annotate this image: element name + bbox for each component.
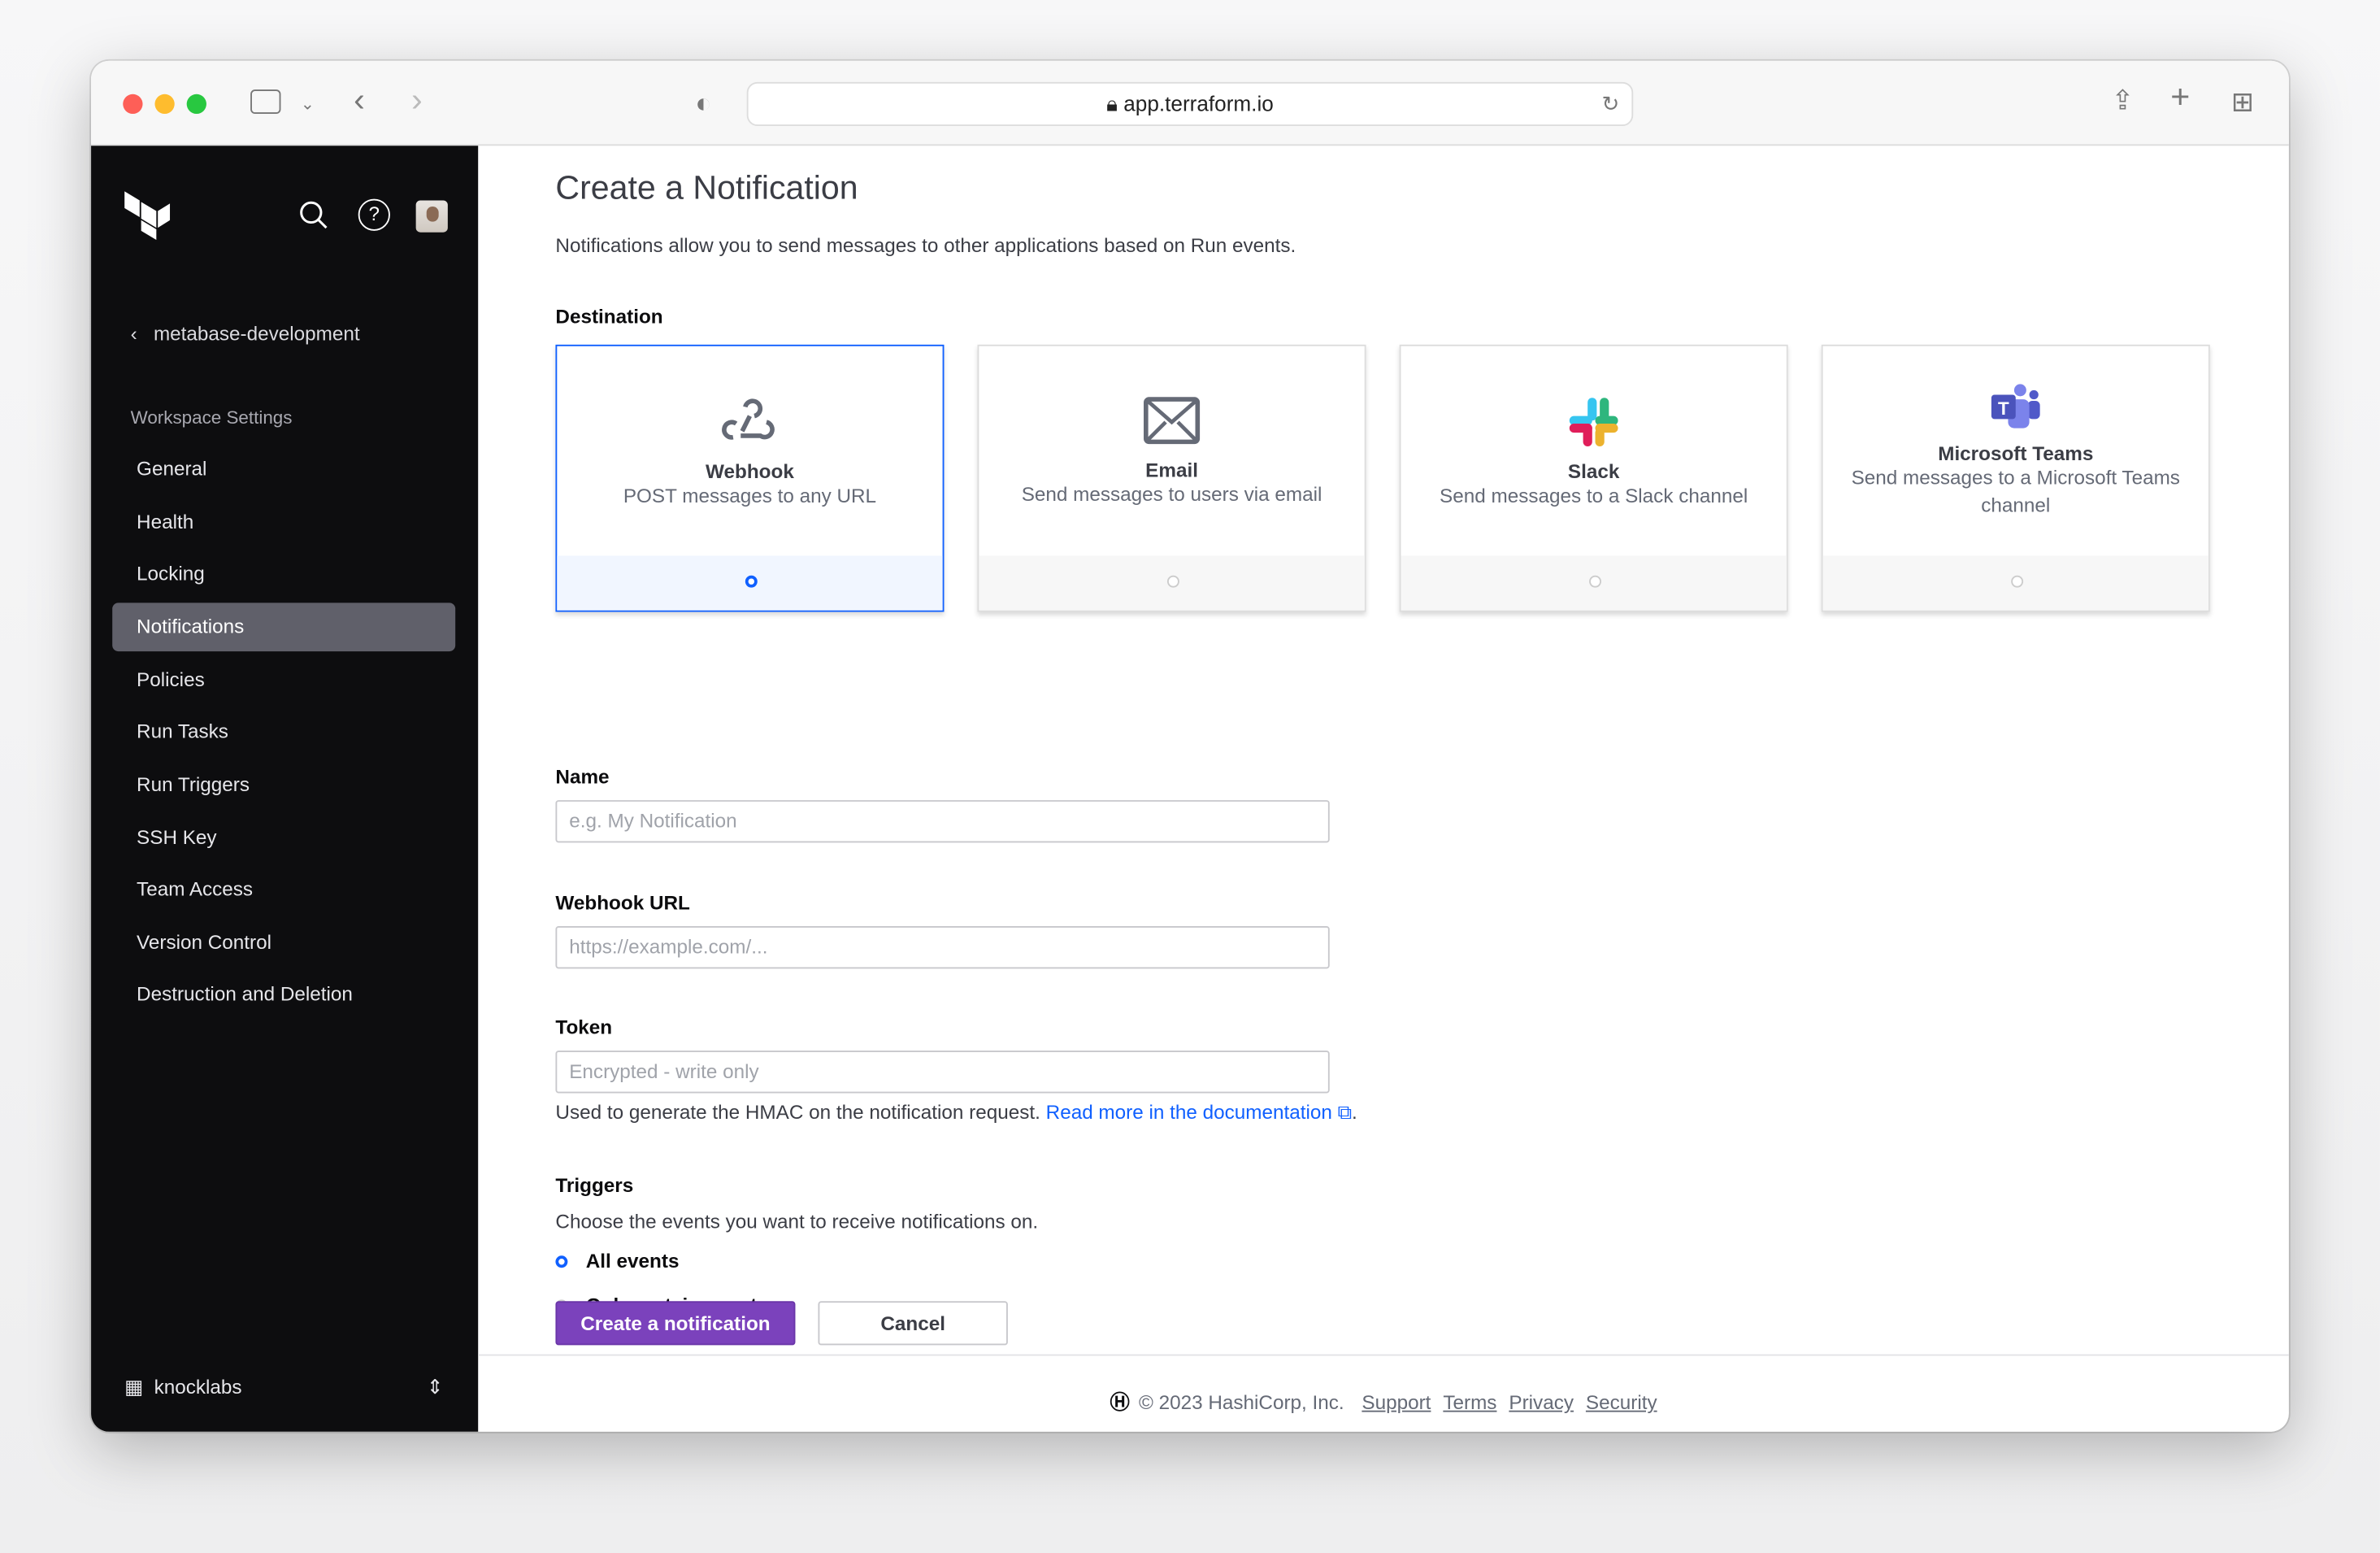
sidebar: ? ‹ metabase-development Workspace Setti… — [91, 146, 479, 1432]
documentation-link-text: Read more in the documentation — [1045, 1100, 1332, 1124]
org-name: knocklabs — [154, 1375, 242, 1399]
radio-button[interactable] — [2011, 575, 2024, 588]
back-icon[interactable]: ‹ — [354, 83, 365, 116]
forward-icon[interactable]: › — [411, 83, 423, 116]
chevron-left-icon: ‹ — [130, 321, 137, 345]
sidebar-item-version-control[interactable]: Version Control — [112, 919, 455, 968]
sidebar-item-run-tasks[interactable]: Run Tasks — [112, 707, 455, 756]
card-title: Email — [1145, 458, 1198, 481]
documentation-link[interactable]: Read more in the documentation ⧉ — [1046, 1101, 1352, 1124]
token-label: Token — [555, 1016, 613, 1039]
sidebar-toggle-icon[interactable] — [250, 89, 281, 115]
card-description: Send messages to users via email — [1021, 482, 1322, 506]
cancel-button[interactable]: Cancel — [818, 1301, 1008, 1346]
name-input[interactable]: e.g. My Notification — [555, 800, 1330, 843]
radio-button[interactable] — [745, 575, 758, 588]
destination-email[interactable]: Email Send messages to users via email — [977, 344, 1366, 612]
card-description: Send messages to a Slack channel — [1440, 484, 1748, 507]
reload-icon[interactable]: ↻ — [1601, 84, 1619, 124]
card-description: POST messages to any URL — [623, 484, 877, 507]
terraform-logo — [124, 191, 171, 241]
triggers-label: Triggers — [555, 1173, 634, 1197]
create-notification-button[interactable]: Create a notification — [555, 1301, 796, 1346]
minimize-window-button[interactable] — [154, 94, 175, 115]
card-title: Webhook — [706, 459, 794, 483]
close-window-button[interactable] — [123, 94, 143, 115]
address-bar[interactable]: 🔒︎ app.terraform.io ↻ — [746, 81, 1634, 126]
sidebar-item-team-access[interactable]: Team Access — [112, 865, 455, 914]
microsoft-teams-icon: T — [1991, 384, 2040, 428]
new-tab-icon[interactable]: + — [2170, 80, 2190, 113]
page-title: Create a Notification — [555, 168, 858, 207]
page-description: Notifications allow you to send messages… — [555, 233, 1296, 257]
sidebar-item-notifications[interactable]: Notifications — [112, 602, 456, 652]
card-description: Send messages to a Microsoft Teams chann… — [1851, 466, 2180, 516]
card-title: Slack — [1567, 459, 1620, 483]
svg-text:T: T — [1998, 398, 2009, 419]
share-icon[interactable]: ⇪ — [2111, 86, 2134, 114]
main-content: Create a Notification Notifications allo… — [478, 146, 2289, 1432]
privacy-link[interactable]: Privacy — [1509, 1390, 1574, 1413]
card-title: Microsoft Teams — [1938, 442, 2094, 465]
slack-icon — [1569, 398, 1618, 446]
sidebar-item-ssh-key[interactable]: SSH Key — [112, 814, 455, 863]
shield-icon[interactable]: ◐ — [695, 89, 711, 117]
search-icon[interactable] — [299, 200, 329, 230]
url-text: app.terraform.io — [1123, 91, 1274, 115]
sidebar-item-health[interactable]: Health — [112, 498, 455, 546]
hashicorp-logo: Ⓗ — [1110, 1390, 1130, 1414]
token-help: Used to generate the HMAC on the notific… — [555, 1100, 1357, 1124]
tab-overview-icon[interactable]: ⊞ — [2231, 88, 2254, 115]
chevron-updown-icon: ⇕ — [426, 1375, 444, 1399]
radio-label: All events — [585, 1249, 680, 1272]
maximize-window-button[interactable] — [186, 94, 206, 115]
workspace-back-link[interactable]: ‹ metabase-development — [131, 322, 360, 345]
triggers-help: Choose the events you want to receive no… — [555, 1210, 1039, 1233]
radio-selected[interactable] — [555, 1255, 568, 1268]
support-link[interactable]: Support — [1362, 1390, 1431, 1413]
trigger-all-events[interactable]: All events — [555, 1250, 679, 1272]
webhook-url-input[interactable]: https://example.com/... — [555, 926, 1330, 969]
radio-button[interactable] — [1166, 575, 1179, 588]
sidebar-item-destruction[interactable]: Destruction and Deletion — [112, 970, 455, 1019]
avatar[interactable] — [415, 200, 448, 233]
destination-webhook[interactable]: Webhook POST messages to any URL — [555, 344, 945, 612]
footer: Ⓗ © 2023 HashiCorp, Inc. Support Terms Priv… — [478, 1354, 2289, 1432]
workspace-name: metabase-development — [153, 321, 360, 345]
destination-microsoft-teams[interactable]: T Microsoft Teams Send messages to a Mic… — [1821, 344, 2210, 612]
name-label: Name — [555, 765, 610, 789]
browser-window: ⌄ ‹ › ◐ 🔒︎ app.terraform.io ↻ ⇪ + ⊞ ? ‹ m… — [91, 60, 2289, 1432]
chevron-down-icon[interactable]: ⌄ — [301, 91, 315, 119]
terms-link[interactable]: Terms — [1443, 1390, 1496, 1413]
radio-button[interactable] — [1589, 575, 1602, 588]
security-link[interactable]: Security — [1586, 1390, 1657, 1413]
webhook-icon — [722, 398, 775, 440]
org-switcher[interactable]: ▦ knocklabs ⇕ — [124, 1376, 443, 1400]
copyright: © 2023 HashiCorp, Inc. — [1138, 1390, 1344, 1414]
token-help-text: Used to generate the HMAC on the notific… — [555, 1100, 1040, 1124]
sidebar-item-general[interactable]: General — [112, 445, 455, 494]
envelope-icon — [1144, 397, 1201, 445]
destination-label: Destination — [555, 305, 663, 328]
destination-slack[interactable]: Slack Send messages to a Slack channel — [1399, 344, 1788, 612]
webhook-url-label: Webhook URL — [555, 891, 690, 915]
section-heading: Workspace Settings — [130, 407, 293, 428]
token-input[interactable]: Encrypted - write only — [555, 1051, 1330, 1094]
sidebar-item-policies[interactable]: Policies — [112, 656, 455, 705]
browser-toolbar: ⌄ ‹ › ◐ 🔒︎ app.terraform.io ↻ ⇪ + ⊞ — [91, 60, 2289, 146]
external-link-icon: ⧉ — [1337, 1100, 1353, 1124]
lock-icon: 🔒︎ — [1106, 91, 1118, 115]
sidebar-item-locking[interactable]: Locking — [112, 550, 455, 598]
sidebar-item-run-triggers[interactable]: Run Triggers — [112, 761, 455, 810]
building-icon: ▦ — [124, 1375, 144, 1399]
help-icon[interactable]: ? — [358, 198, 390, 231]
